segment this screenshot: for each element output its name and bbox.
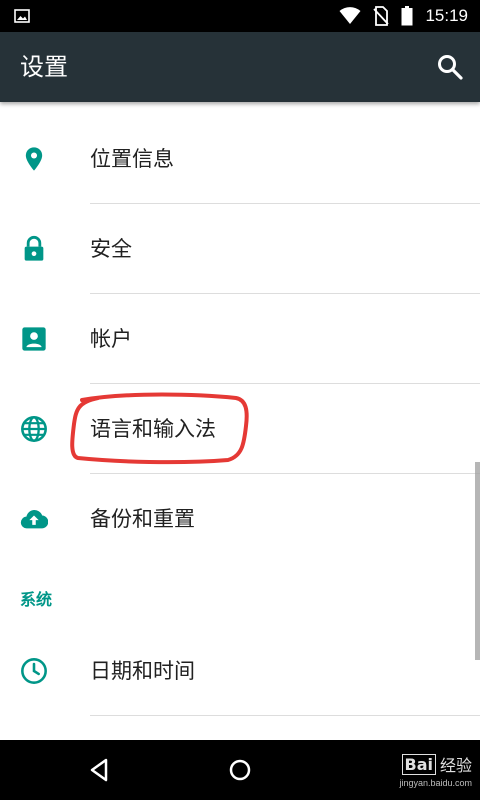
app-bar: 设置 (0, 32, 480, 102)
settings-item-label: 安全 (90, 237, 132, 261)
watermark-text: 经验 (439, 756, 472, 775)
settings-item-label: 帐户 (90, 327, 132, 351)
account-icon (22, 327, 46, 351)
settings-item-label: 位置信息 (90, 147, 174, 171)
scrollbar-thumb[interactable] (475, 462, 480, 660)
divider (90, 715, 480, 716)
settings-item-date-time[interactable]: 日期和时间 (0, 626, 480, 716)
watermark-url: jingyan.baidu.com (399, 778, 472, 788)
battery-icon (401, 6, 413, 26)
status-time: 15:19 (425, 6, 468, 25)
home-icon[interactable] (224, 754, 256, 786)
settings-item-label: 语言和输入法 (90, 417, 216, 441)
no-sim-icon (373, 6, 390, 26)
settings-item-backup-reset[interactable]: 备份和重置 (0, 474, 480, 564)
clock-icon (21, 658, 47, 684)
page-title: 设置 (20, 53, 68, 81)
watermark: Bai 经验 jingyan.baidu.com (399, 752, 472, 788)
settings-item-location[interactable]: 位置信息 (0, 114, 480, 204)
search-icon[interactable] (436, 53, 464, 81)
lock-icon (24, 235, 44, 261)
settings-item-language-input[interactable]: 语言和输入法 (0, 384, 480, 474)
globe-icon (21, 416, 47, 442)
cloud-upload-icon (20, 510, 48, 529)
settings-item-accounts[interactable]: 帐户 (0, 294, 480, 384)
settings-content[interactable]: 位置信息 安全 帐户 语言和输入法 备份和重置 系统 日期和时间 (0, 102, 480, 740)
settings-item-label: 备份和重置 (90, 507, 195, 531)
settings-item-security[interactable]: 安全 (0, 204, 480, 294)
settings-card: 位置信息 安全 帐户 语言和输入法 备份和重置 (0, 102, 480, 564)
location-icon (25, 147, 43, 171)
watermark-logo: Bai (401, 753, 436, 775)
image-icon (14, 9, 30, 23)
back-icon[interactable] (84, 754, 116, 786)
section-header: 系统 (20, 590, 53, 609)
status-bar: 15:19 (0, 0, 480, 32)
navigation-bar: Bai 经验 jingyan.baidu.com (0, 740, 480, 800)
system-section: 系统 日期和时间 (0, 564, 480, 740)
wifi-icon (339, 7, 361, 24)
settings-item-label: 日期和时间 (90, 659, 195, 683)
